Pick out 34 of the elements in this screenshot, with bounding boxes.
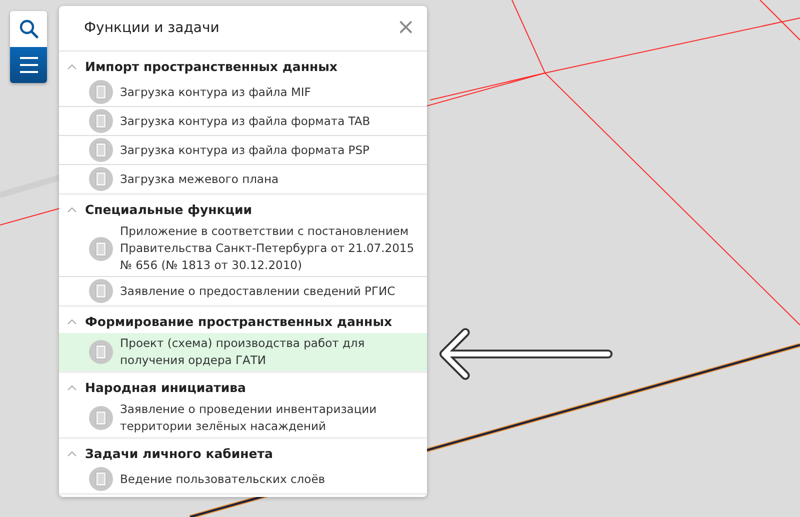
- document-icon: [89, 467, 113, 491]
- task-item[interactable]: Загрузка контура из файла MIF: [59, 78, 427, 107]
- group-header[interactable]: Формирование пространственных данных: [59, 307, 427, 333]
- task-item[interactable]: Приложение в соответствии с постановлением Правительства Санкт-Петербурга от 21.07.2015 № 656 (№ 1813 от 30.12.2010): [59, 221, 427, 277]
- caret-icon: [67, 384, 77, 390]
- document-icon: [89, 138, 113, 162]
- menu-button[interactable]: [10, 47, 47, 83]
- task-item[interactable]: Загрузка межевого плана: [59, 165, 427, 194]
- caret-icon: [67, 318, 77, 324]
- document-icon: [89, 279, 113, 303]
- task-item[interactable]: Проект (схема) производства работ для получения ордера ГАТИ: [59, 333, 427, 372]
- task-item[interactable]: Загрузка контура из файла формата PSP: [59, 136, 427, 165]
- document-icon: [89, 236, 113, 260]
- task-item[interactable]: Заявление о предоставлении сведений РГИС: [59, 277, 427, 306]
- group-header[interactable]: Задачи личного кабинета: [59, 439, 427, 465]
- document-icon: [89, 406, 113, 430]
- caret-icon: [67, 450, 77, 456]
- search-button[interactable]: [10, 11, 47, 47]
- group-header[interactable]: Специальные функции: [59, 195, 427, 221]
- document-icon: [89, 167, 113, 191]
- group-header[interactable]: Импорт пространственных данных: [59, 52, 427, 78]
- search-icon: [18, 19, 38, 39]
- group-header[interactable]: Народная инициатива: [59, 373, 427, 399]
- document-icon: [89, 80, 113, 104]
- close-button[interactable]: ×: [394, 17, 417, 39]
- caret-icon: [67, 64, 77, 70]
- document-icon: [89, 340, 113, 364]
- panel-title: Функции и задачи: [84, 20, 220, 36]
- caret-icon: [67, 206, 77, 212]
- task-item[interactable]: Ведение пользовательских слоёв: [59, 465, 427, 494]
- task-item[interactable]: Заявление о проведении инвентаризации территории зелёных насаждений: [59, 399, 427, 438]
- menu-icon: [18, 55, 38, 75]
- document-icon: [89, 109, 113, 133]
- task-item[interactable]: Загрузка контура из файла формата TAB: [59, 107, 427, 136]
